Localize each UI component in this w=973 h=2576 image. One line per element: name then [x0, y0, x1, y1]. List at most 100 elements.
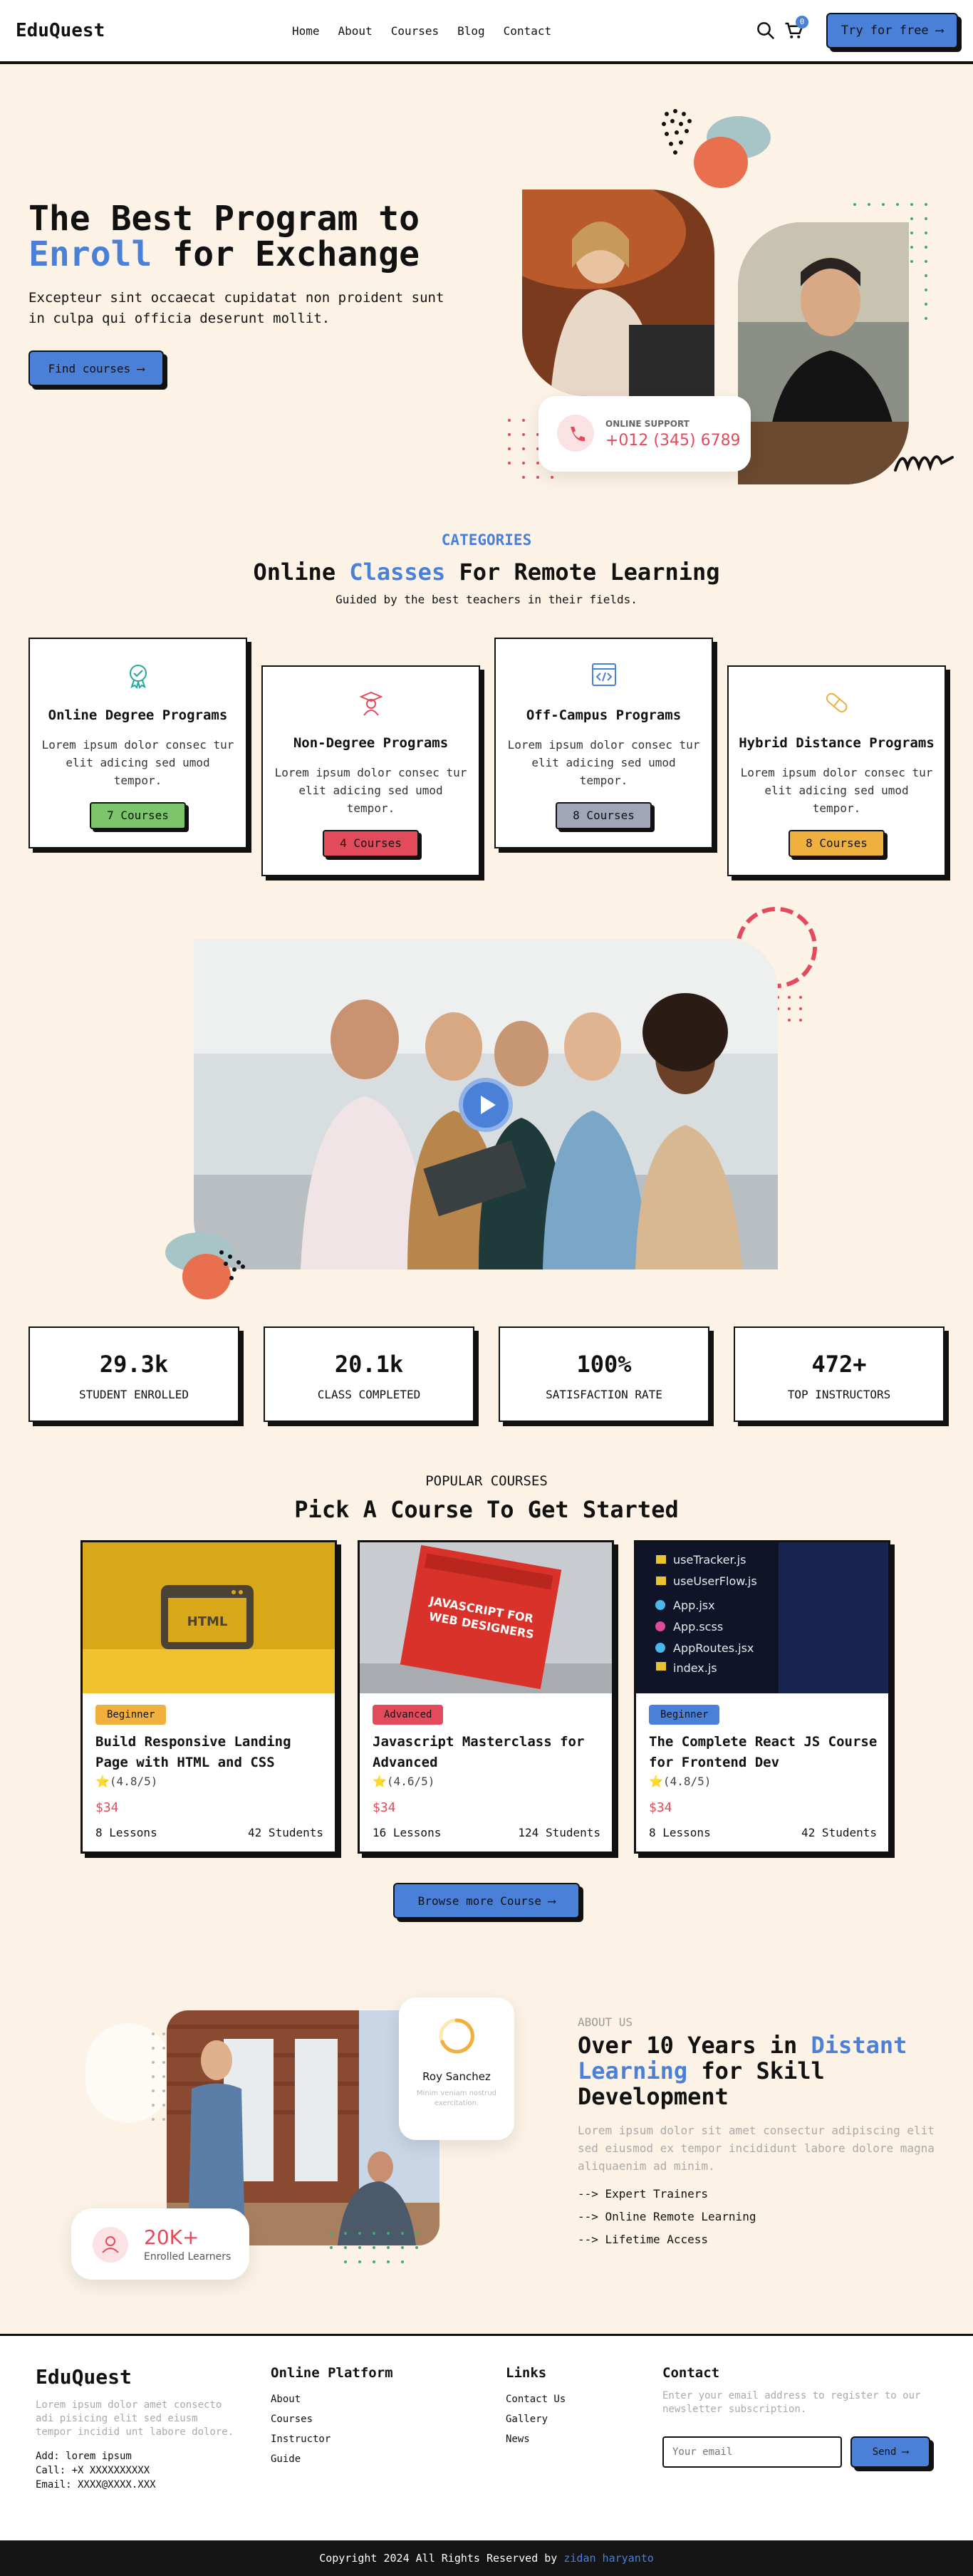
enrolled-value: 20K+: [144, 2226, 199, 2249]
course-price: $34: [95, 1800, 119, 1815]
course-name[interactable]: Javascript Masterclass for Advanced: [373, 1732, 608, 1773]
footer-brand: EduQuest Lorem ipsum dolor amet consecto…: [36, 2365, 235, 2492]
footer-link-about[interactable]: About: [271, 2389, 393, 2409]
course-card-react[interactable]: useTracker.js useUserFlow.js App.jsx App.sc…: [634, 1540, 890, 1854]
support-phone[interactable]: +012 (345) 6789: [605, 432, 741, 450]
enrolled-label: Enrolled Learners: [144, 2251, 231, 2263]
hero-photo-man: [738, 222, 909, 484]
category-title: Hybrid Distance Programs: [739, 735, 935, 751]
search-icon[interactable]: [755, 20, 776, 41]
nav-about[interactable]: About: [338, 24, 373, 38]
logo[interactable]: EduQuest: [16, 20, 105, 41]
copyright-bar: Copyright 2024 All Rights Reserved by zi…: [0, 2540, 973, 2576]
course-level-badge: Beginner: [95, 1705, 167, 1725]
graduation-icon: [129, 665, 147, 689]
footer-col-title: Contact: [662, 2365, 720, 2381]
play-button[interactable]: [459, 1078, 513, 1132]
courses-eyebrow: POPULAR COURSES: [425, 1473, 548, 1489]
category-count-button[interactable]: 8 Courses: [556, 802, 652, 829]
category-desc: Lorem ipsum dolor consec tur elit adicin…: [740, 766, 933, 815]
course-level-badge: Beginner: [649, 1705, 720, 1725]
about-description: Lorem ipsum dolor sit amet consectur adi…: [578, 2124, 935, 2173]
course-card-html[interactable]: HTML Beginner Build Responsive Landing P…: [80, 1540, 337, 1854]
footer-link-instructor[interactable]: Instructor: [271, 2429, 393, 2449]
categories-title: Online Classes For Remote Learning: [253, 559, 720, 586]
decorative-blobs: [662, 109, 771, 188]
loading-ring-icon: [439, 2018, 474, 2054]
about-title: Over 10 Years in Distant Learning for Sk…: [578, 2032, 907, 2110]
phone-icon: [557, 415, 594, 452]
about-feature-list: --> Expert Trainers --> Online Remote Le…: [578, 2183, 756, 2251]
stat-classes: 20.1k CLASS COMPLETED: [264, 1326, 474, 1422]
main-nav: Home About Courses Blog Contact: [292, 24, 551, 38]
star-icon: ⭐: [95, 1775, 110, 1788]
svg-text:App.scss: App.scss: [673, 1620, 723, 1634]
course-students: 42 Students: [248, 1826, 323, 1839]
footer-description: Lorem ipsum dolor amet consecto adi pisi…: [36, 2399, 234, 2438]
footer-logo[interactable]: EduQuest: [36, 2365, 235, 2389]
try-for-free-button[interactable]: Try for free ⟶: [826, 13, 958, 48]
tutor-card[interactable]: Roy Sanchez Minim veniam nostrud exercit…: [399, 1998, 514, 2140]
tutor-subtitle: Minim veniam nostrud exercitation.: [416, 2089, 497, 2107]
course-name[interactable]: The Complete React JS Course for Fronten…: [649, 1732, 884, 1773]
footer-col-platform: Online Platform About Courses Instructor…: [271, 2365, 393, 2469]
category-card-online-degree[interactable]: Online Degree Programs Lorem ipsum dolor…: [28, 638, 247, 848]
feature-item: --> Online Remote Learning: [578, 2210, 756, 2223]
cart-count-badge: 0: [796, 16, 808, 28]
footer-link-gallery[interactable]: Gallery: [506, 2409, 566, 2429]
footer-col-contact: Contact Enter your email address to regi…: [662, 2365, 933, 2468]
nav-blog[interactable]: Blog: [457, 24, 485, 38]
categories-eyebrow: CATEGORIES: [441, 531, 532, 549]
category-title: Non-Degree Programs: [293, 735, 449, 751]
category-card-hybrid[interactable]: Hybrid Distance Programs Lorem ipsum dol…: [727, 665, 946, 876]
course-rating: ⭐(4.8/5): [95, 1775, 158, 1788]
browse-more-courses-button[interactable]: Browse more Course ⟶: [393, 1883, 580, 1918]
user-plus-icon: [93, 2227, 128, 2263]
footer-link-contact[interactable]: Contact Us: [506, 2389, 566, 2409]
about-eyebrow: ABOUT US: [578, 2015, 633, 2029]
video-thumbnail[interactable]: [194, 940, 778, 1269]
category-card-off-campus[interactable]: Off-Campus Programs Lorem ipsum dolor co…: [494, 638, 713, 848]
category-count-button[interactable]: 8 Courses: [789, 830, 885, 857]
category-desc: Lorem ipsum dolor consec tur elit adicin…: [274, 766, 467, 815]
find-courses-button[interactable]: Find courses ⟶: [28, 350, 164, 386]
tutor-name: Roy Sanchez: [422, 2070, 491, 2083]
footer-link-news[interactable]: News: [506, 2429, 566, 2449]
svg-text:AppRoutes.jsx: AppRoutes.jsx: [673, 1641, 754, 1655]
newsletter-description: Enter your email address to register to …: [662, 2390, 921, 2415]
course-card-javascript[interactable]: JAVASCRIPT FOR WEB DESIGNERS Advanced Jav…: [358, 1540, 614, 1854]
newsletter-send-button[interactable]: Send ⟶: [850, 2436, 930, 2468]
footer-address: Add: lorem ipsum: [36, 2451, 132, 2462]
course-students: 42 Students: [801, 1826, 877, 1839]
courses-title: Pick A Course To Get Started: [294, 1496, 679, 1523]
svg-text:HTML: HTML: [187, 1614, 228, 1629]
course-rating: ⭐(4.8/5): [649, 1775, 712, 1788]
course-lessons: 16 Lessons: [373, 1826, 442, 1839]
hero-subtitle: Excepteur sint occaecat cupidatat non pr…: [28, 290, 444, 326]
hero-title: The Best Program to Enroll for Exchange: [28, 199, 420, 274]
category-count-button[interactable]: 7 Courses: [90, 802, 186, 829]
footer-link-guide[interactable]: Guide: [271, 2449, 393, 2469]
stat-students: 29.3k STUDENT ENROLLED: [28, 1326, 239, 1422]
category-title: Online Degree Programs: [48, 707, 228, 723]
nav-contact[interactable]: Contact: [504, 24, 551, 38]
nav-courses[interactable]: Courses: [391, 24, 439, 38]
feature-item: --> Lifetime Access: [578, 2233, 709, 2246]
course-lessons: 8 Lessons: [649, 1826, 711, 1839]
nav-home[interactable]: Home: [292, 24, 320, 38]
course-price: $34: [649, 1800, 672, 1815]
category-count-button[interactable]: 4 Courses: [323, 830, 419, 857]
course-lessons: 8 Lessons: [95, 1826, 157, 1839]
author-link[interactable]: zidan haryanto: [563, 2552, 653, 2565]
online-support-card[interactable]: ONLINE SUPPORT +012 (345) 6789: [538, 396, 751, 472]
footer-link-courses[interactable]: Courses: [271, 2409, 393, 2429]
newsletter-email-input[interactable]: [662, 2436, 842, 2468]
svg-text:App.jsx: App.jsx: [673, 1599, 715, 1612]
category-title: Off-Campus Programs: [526, 707, 682, 723]
star-icon: ⭐: [373, 1775, 387, 1788]
course-name[interactable]: Build Responsive Landing Page with HTML …: [95, 1732, 331, 1773]
hero-photo-woman: [522, 189, 714, 396]
decorative-blobs-left: [165, 1232, 245, 1299]
category-card-non-degree[interactable]: Non-Degree Programs Lorem ipsum dolor co…: [261, 665, 480, 876]
footer-col-links: Links Contact Us Gallery News: [506, 2365, 566, 2449]
